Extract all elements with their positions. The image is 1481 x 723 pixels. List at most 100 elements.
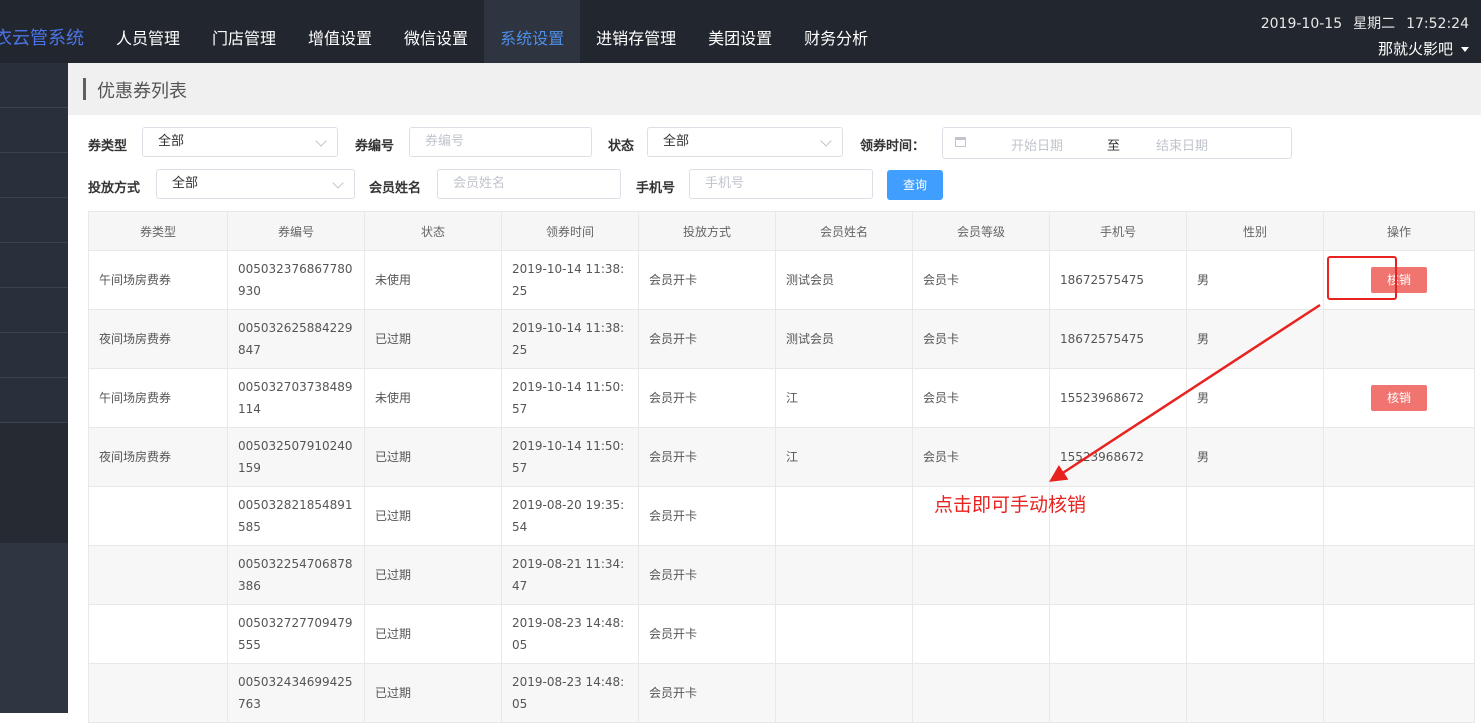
- verify-button[interactable]: 核销: [1371, 267, 1427, 293]
- delivery-cell: 会员开卡: [638, 368, 776, 428]
- phone-cell: 18672575475: [1049, 309, 1187, 369]
- action-cell: [1323, 545, 1475, 605]
- member-level-cell: 会员卡: [912, 368, 1050, 428]
- member-level-cell: 会员卡: [912, 427, 1050, 487]
- table-row: 005032821854891585 已过期 2019-08-20 19:35:54…: [88, 486, 1475, 546]
- gender-cell: [1186, 486, 1324, 546]
- member-name-cell: [775, 663, 913, 723]
- receive-time-cell: 2019-10-14 11:38:25: [501, 309, 639, 369]
- status-cell: 未使用: [364, 250, 502, 310]
- coupon-no-cell: 005032434699425763: [227, 663, 365, 723]
- sidebar-item[interactable]: [0, 333, 68, 378]
- coupon-no-input[interactable]: 券编号: [409, 127, 592, 157]
- sidebar-blank: [0, 423, 68, 543]
- coupon-no-cell: 005032376867780930: [227, 250, 365, 310]
- nav-personnel[interactable]: 人员管理: [100, 0, 196, 63]
- chevron-down-icon: [332, 177, 344, 189]
- nav-finance[interactable]: 财务分析: [788, 0, 884, 63]
- action-cell: [1323, 486, 1475, 546]
- delivery-select[interactable]: 全部: [156, 169, 355, 199]
- phone-cell: 15523968672: [1049, 427, 1187, 487]
- phone-cell: 15523968672: [1049, 368, 1187, 428]
- status-cell: 已过期: [364, 309, 502, 369]
- query-button[interactable]: 查询: [887, 170, 943, 200]
- table-row: 午间场房费券 005032703738489114 未使用 2019-10-14 11…: [88, 368, 1475, 428]
- nav-store[interactable]: 门店管理: [196, 0, 292, 63]
- member-name-cell: [775, 545, 913, 605]
- calendar-icon: [955, 137, 966, 147]
- nav-value-added[interactable]: 增值设置: [292, 0, 388, 63]
- action-cell: [1323, 427, 1475, 487]
- member-name-cell: 测试会员: [775, 250, 913, 310]
- member-name-cell: [775, 604, 913, 664]
- col-header: 操作: [1323, 211, 1475, 251]
- sidebar-item[interactable]: [0, 288, 68, 333]
- status-cell: 已过期: [364, 486, 502, 546]
- annotation-text: 点击即可手动核销: [934, 494, 1087, 516]
- receive-time-cell: 2019-10-14 11:50:57: [501, 368, 639, 428]
- sidebar-item[interactable]: [0, 243, 68, 288]
- page-header: 优惠券列表: [68, 63, 1481, 115]
- coupon-type-cell: [88, 486, 228, 546]
- status-cell: 已过期: [364, 427, 502, 487]
- table-row: 005032727709479555 已过期 2019-08-23 14:48:05…: [88, 604, 1475, 664]
- receive-time-cell: 2019-08-23 14:48:05: [501, 604, 639, 664]
- table-row: 夜间场房费券 005032507910240159 已过期 2019-10-14 11…: [88, 427, 1475, 487]
- main-content: 优惠券列表 券类型 全部 券编号 券编号 状态 全部 领券时间： 开始日期 至 …: [68, 63, 1481, 723]
- user-menu[interactable]: 那就火影吧: [1378, 38, 1469, 59]
- coupon-no-cell: 005032507910240159: [227, 427, 365, 487]
- sidebar: [0, 63, 68, 713]
- phone-input[interactable]: 手机号: [689, 169, 873, 199]
- action-cell: [1323, 309, 1475, 369]
- nav-system-settings[interactable]: 系统设置: [484, 0, 581, 63]
- col-header: 会员姓名: [775, 211, 913, 251]
- date-range-picker[interactable]: 开始日期 至 结束日期: [942, 127, 1292, 159]
- action-cell: [1323, 604, 1475, 664]
- page-title: 优惠券列表: [97, 81, 187, 102]
- gender-cell: 男: [1186, 427, 1324, 487]
- col-header: 性别: [1186, 211, 1324, 251]
- datetime-display: 2019-10-15 星期二 17:52:24: [1261, 13, 1469, 33]
- gender-cell: [1186, 545, 1324, 605]
- col-header: 手机号: [1049, 211, 1187, 251]
- main-nav: 人员管理 门店管理 增值设置 微信设置 系统设置 进销存管理 美团设置 财务分析: [100, 0, 884, 63]
- app-brand[interactable]: 衣云管系统: [0, 0, 84, 63]
- member-level-cell: [912, 663, 1050, 723]
- coupon-type-select[interactable]: 全部: [142, 127, 338, 157]
- col-header: 券编号: [227, 211, 365, 251]
- coupon-type-cell: 午间场房费券: [88, 250, 228, 310]
- sidebar-item[interactable]: [0, 378, 68, 423]
- coupon-no-cell: 005032821854891585: [227, 486, 365, 546]
- receive-time-cell: 2019-10-14 11:50:57: [501, 427, 639, 487]
- col-header: 领券时间: [501, 211, 639, 251]
- receive-time-label: 领券时间：: [860, 139, 926, 154]
- phone-cell: [1049, 663, 1187, 723]
- status-cell: 已过期: [364, 663, 502, 723]
- sidebar-item[interactable]: [0, 153, 68, 198]
- end-date-input[interactable]: 结束日期: [1156, 135, 1208, 154]
- phone-cell: 18672575475: [1049, 250, 1187, 310]
- coupon-type-cell: [88, 663, 228, 723]
- title-accent-bar: [83, 78, 86, 100]
- sidebar-item[interactable]: [0, 198, 68, 243]
- col-header: 会员等级: [912, 211, 1050, 251]
- table-row: 005032434699425763 已过期 2019-08-23 14:48:05…: [88, 663, 1475, 723]
- status-select[interactable]: 全部: [647, 127, 843, 157]
- table-row: 午间场房费券 005032376867780930 未使用 2019-10-14 11…: [88, 250, 1475, 310]
- nav-inventory[interactable]: 进销存管理: [580, 0, 692, 63]
- delivery-value: 全部: [172, 176, 199, 191]
- member-name-cell: 江: [775, 368, 913, 428]
- nav-wechat[interactable]: 微信设置: [388, 0, 484, 63]
- nav-meituan[interactable]: 美团设置: [692, 0, 788, 63]
- action-cell: 核销: [1323, 250, 1475, 310]
- date-range-separator: 至: [1107, 139, 1121, 154]
- member-name-input[interactable]: 会员姓名: [437, 169, 621, 199]
- sidebar-item[interactable]: [0, 63, 68, 108]
- member-level-cell: 会员卡: [912, 309, 1050, 369]
- table-body: 午间场房费券 005032376867780930 未使用 2019-10-14 11…: [88, 250, 1475, 723]
- verify-button[interactable]: 核销: [1371, 385, 1427, 411]
- start-date-input[interactable]: 开始日期: [1011, 135, 1063, 154]
- sidebar-item[interactable]: [0, 108, 68, 153]
- action-cell: [1323, 663, 1475, 723]
- col-header: 状态: [364, 211, 502, 251]
